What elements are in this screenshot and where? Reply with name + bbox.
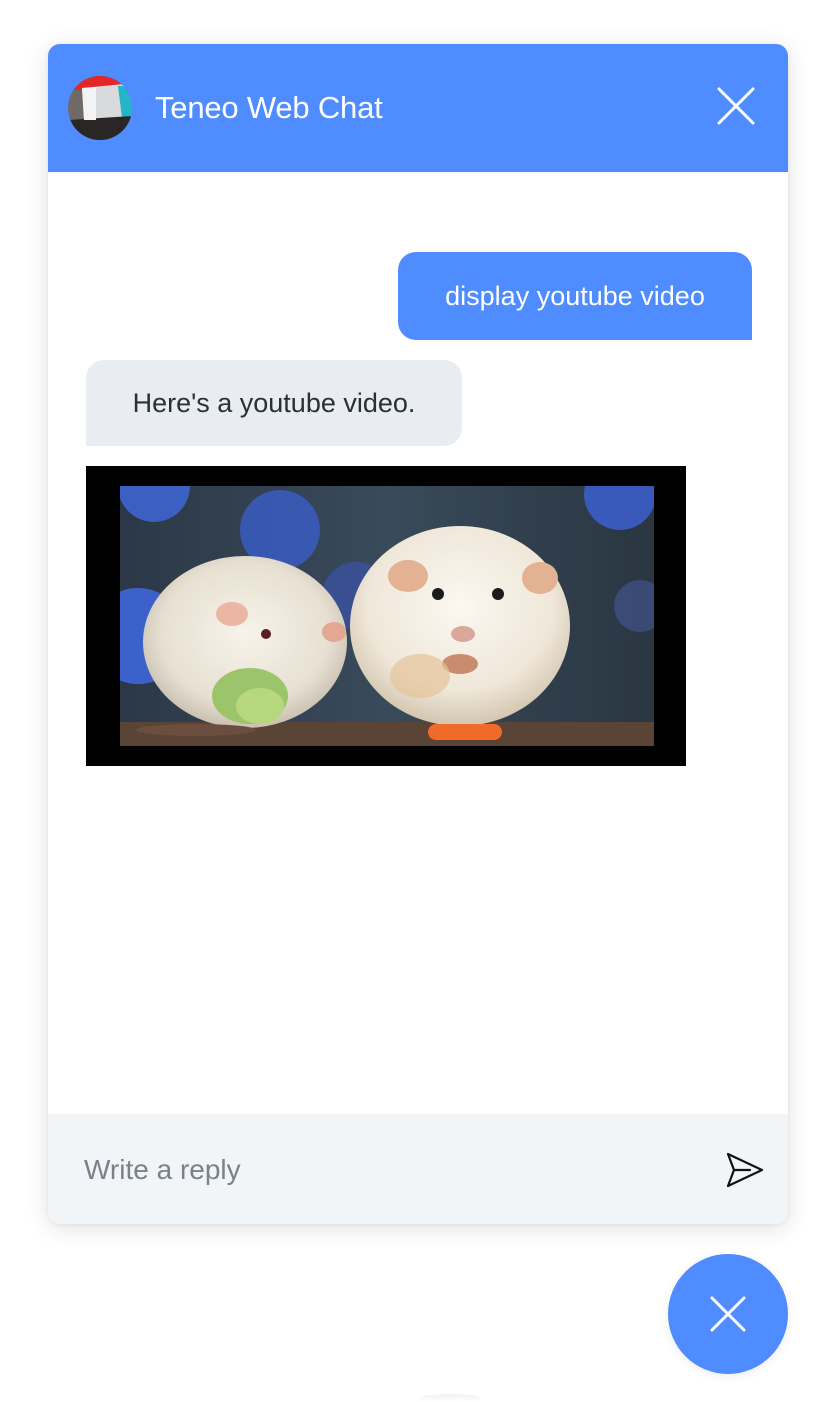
close-icon: [710, 1296, 746, 1332]
chat-launcher-button[interactable]: [668, 1254, 788, 1374]
input-bar: [48, 1114, 788, 1224]
close-chat-button[interactable]: [712, 82, 760, 130]
chat-header: Teneo Web Chat: [48, 44, 788, 172]
reply-input[interactable]: [84, 1148, 684, 1192]
send-button[interactable]: [722, 1148, 766, 1192]
page-fragment: [420, 1394, 480, 1402]
bot-message: Here's a youtube video.: [86, 360, 462, 446]
chat-window: Teneo Web Chat display youtube video Her…: [48, 44, 788, 1224]
bot-message-text: Here's a youtube video.: [132, 387, 416, 418]
user-message-text: display youtube video: [445, 280, 705, 311]
youtube-video-player[interactable]: [86, 466, 686, 766]
chat-title: Teneo Web Chat: [155, 90, 383, 125]
bot-avatar-icon: [68, 76, 132, 140]
user-message: display youtube video: [398, 252, 752, 340]
send-icon: [726, 1152, 764, 1188]
message-list: display youtube video Here's a youtube v…: [48, 172, 788, 1114]
close-icon: [717, 87, 755, 125]
video-thumbnail: [120, 486, 654, 746]
